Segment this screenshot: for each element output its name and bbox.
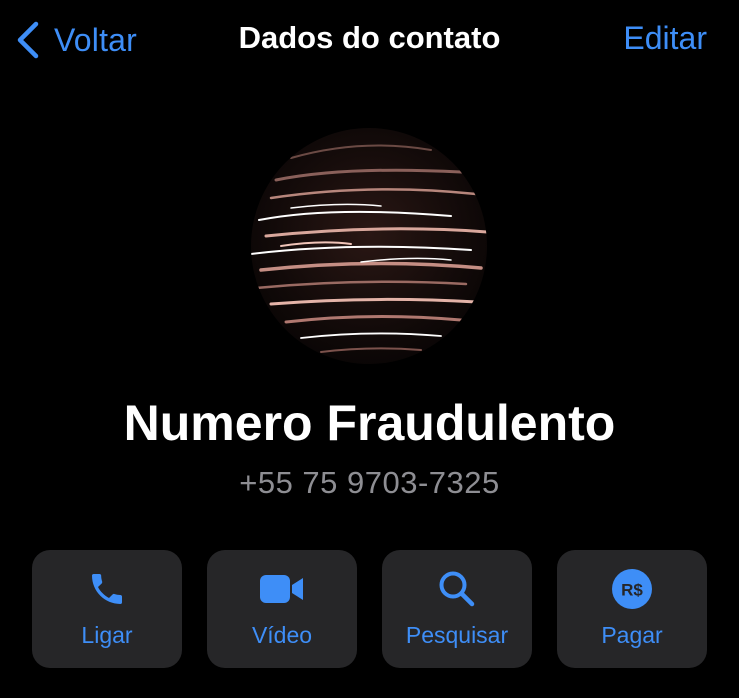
search-icon	[382, 568, 532, 610]
contact-name: Numero Fraudulento	[123, 395, 616, 451]
payment-icon: R$	[557, 568, 707, 610]
search-button[interactable]: Pesquisar	[382, 550, 532, 668]
phone-icon	[32, 568, 182, 610]
video-label: Vídeo	[251, 622, 313, 648]
edit-button[interactable]: Editar	[623, 20, 707, 57]
pay-button[interactable]: R$ Pagar	[557, 550, 707, 668]
search-label: Pesquisar	[405, 622, 509, 648]
call-label: Ligar	[81, 622, 133, 648]
video-button[interactable]: Vídeo	[207, 550, 357, 668]
contact-phone: +55 75 9703-7325	[239, 465, 500, 500]
video-icon	[207, 568, 357, 610]
avatar-photo	[251, 144, 487, 353]
quick-actions: Ligar Vídeo Pesquisar R$ Pagar	[32, 550, 708, 668]
payment-icon-text: R$	[621, 581, 643, 600]
navigation-bar: Voltar Dados do contato Editar	[0, 0, 739, 80]
pay-label: Pagar	[601, 622, 663, 648]
avatar	[251, 128, 487, 364]
call-button[interactable]: Ligar	[32, 550, 182, 668]
